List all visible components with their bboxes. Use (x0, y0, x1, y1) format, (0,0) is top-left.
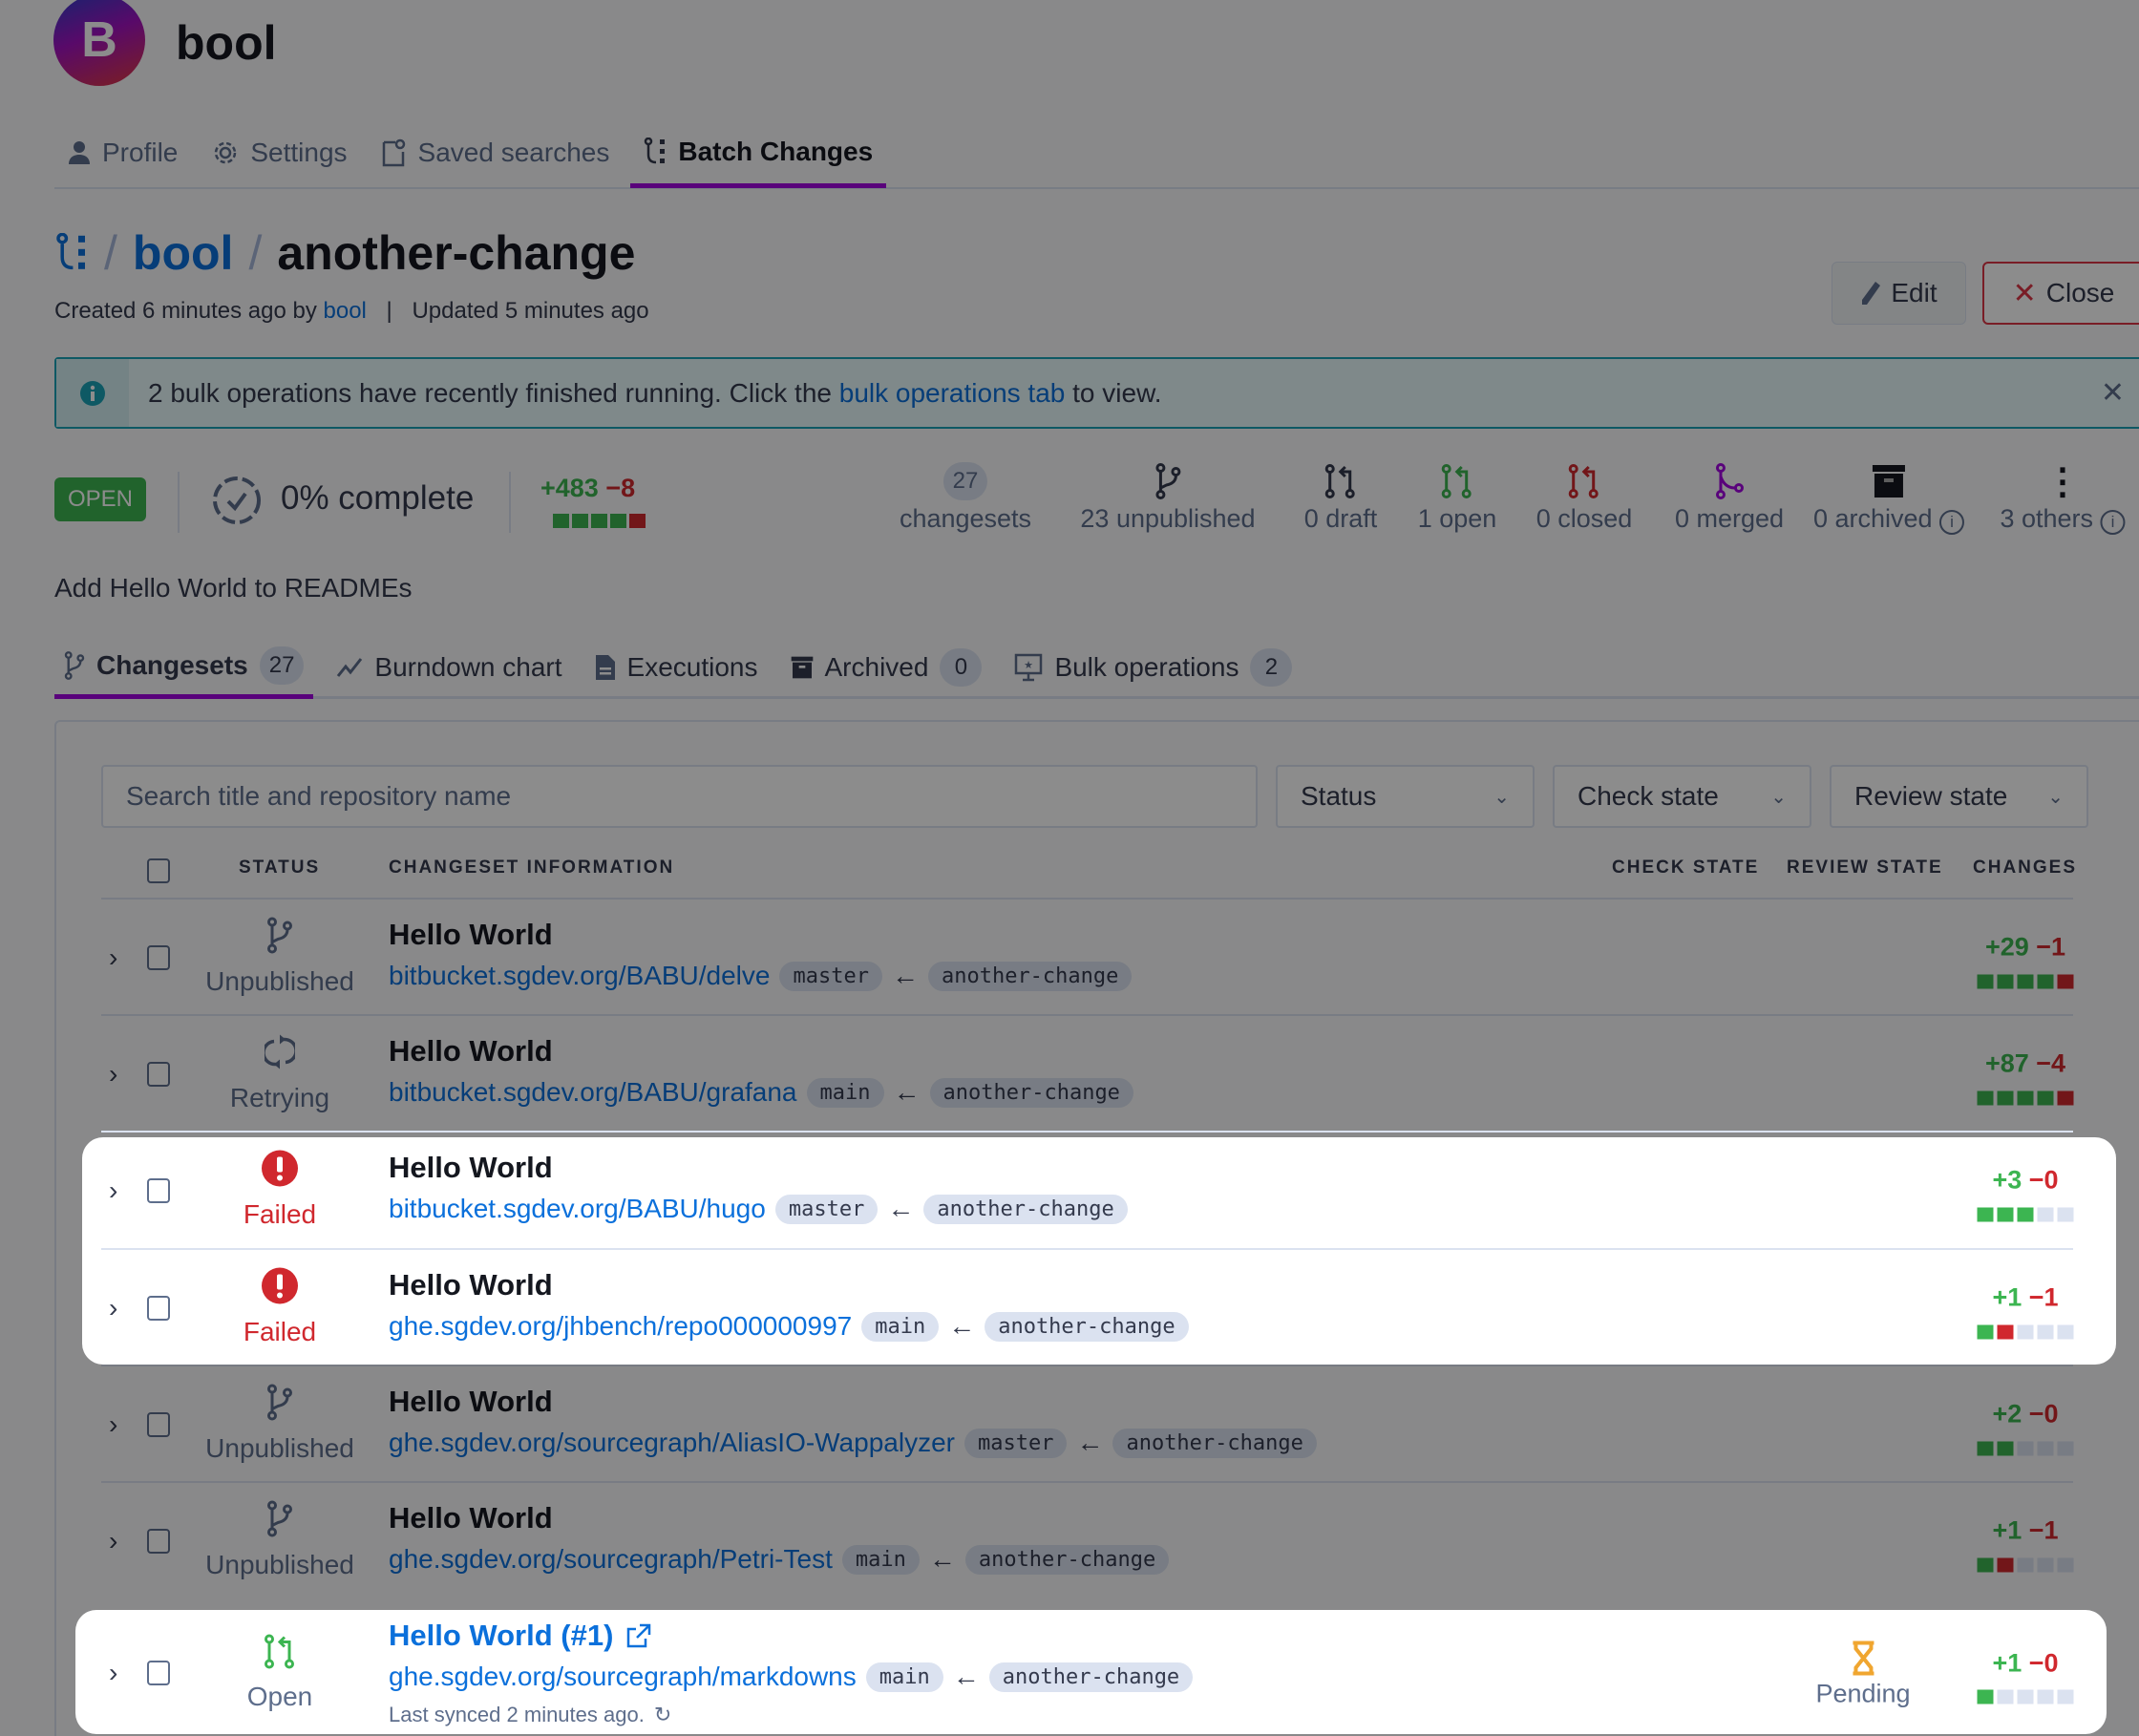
expand-chevron-icon[interactable]: › (109, 1175, 117, 1206)
pull-request-open-icon (265, 1634, 294, 1669)
lines-added: +3 (1992, 1165, 2023, 1195)
status-icon-wrap (261, 1150, 299, 1195)
diff-stat: +3 −0 (1992, 1166, 2058, 1196)
diff-added-block (1977, 1324, 1994, 1340)
repo-link[interactable]: ghe.sgdev.org/sourcegraph/markdowns (389, 1662, 857, 1692)
changeset-title: Hello World (389, 1268, 553, 1302)
check-state: Pending (1815, 1641, 1911, 1709)
changeset-row: › Open Hello World (#1) ghe.sgdev.org/sourc… (101, 1598, 2074, 1736)
status-label: Failed (243, 1199, 317, 1229)
changeset-row: › Failed Hello World ghe.sgdev.org/jhbench/… (101, 1248, 2074, 1365)
title-text: Hello World (389, 1151, 553, 1184)
error-icon (262, 1267, 298, 1304)
lines-added: +1 (1992, 1282, 2023, 1312)
diff-bar (1977, 1689, 2074, 1704)
title-text: Hello World (389, 1268, 553, 1302)
lines-deleted: −1 (2028, 1282, 2059, 1312)
diff-stat: +1 −1 (1992, 1283, 2058, 1313)
lines-added: +1 (1992, 1648, 2023, 1678)
expand-chevron-icon[interactable]: › (109, 1293, 117, 1323)
arrow-left-icon: ← (948, 1311, 976, 1341)
last-synced-text: Last synced 2 minutes ago. (389, 1703, 645, 1726)
diff-neutral-block (1997, 1689, 2014, 1704)
check-state-label: Pending (1815, 1679, 1911, 1708)
sync-icon[interactable]: ↻ (654, 1703, 671, 1727)
head-branch: another-change (923, 1194, 1128, 1224)
repo-line: ghe.sgdev.org/jhbench/repo000000997 main ←… (389, 1311, 1189, 1342)
diff-neutral-block (2057, 1324, 2074, 1340)
changeset-title[interactable]: Hello World (#1) (389, 1619, 651, 1653)
lines-deleted: −0 (2028, 1648, 2059, 1678)
repo-link[interactable]: bitbucket.sgdev.org/BABU/hugo (389, 1194, 766, 1224)
external-link-icon[interactable] (626, 1623, 651, 1648)
diff-stat: +1 −0 (1992, 1649, 2058, 1679)
status-label: Open (246, 1682, 313, 1711)
status-label: Failed (243, 1317, 317, 1346)
dim-overlay (0, 0, 2139, 1736)
diff-added-block (1977, 1689, 1994, 1704)
diff-neutral-block (2057, 1689, 2074, 1704)
status-icon-wrap (261, 1267, 299, 1312)
diff-bar (1977, 1207, 2074, 1222)
base-branch: master (774, 1194, 879, 1224)
diff-neutral-block (2037, 1207, 2054, 1222)
diff-neutral-block (2017, 1324, 2034, 1340)
diff-bar (1977, 1324, 2074, 1340)
head-branch: another-change (988, 1662, 1194, 1692)
changeset-title: Hello World (389, 1151, 553, 1185)
repo-line: bitbucket.sgdev.org/BABU/hugo master ← anot… (389, 1194, 1128, 1224)
row-checkbox[interactable] (147, 1661, 170, 1685)
diff-neutral-block (2057, 1207, 2074, 1222)
last-synced: Last synced 2 minutes ago. ↻ (389, 1703, 671, 1727)
lines-deleted: −0 (2028, 1165, 2059, 1195)
diff-neutral-block (2037, 1689, 2054, 1704)
status-icon-wrap (264, 1634, 296, 1677)
changeset-row: › Failed Hello World bitbucket.sgdev.org/BA… (101, 1131, 2074, 1247)
expand-chevron-icon[interactable]: › (109, 1658, 117, 1688)
hourglass-icon (1853, 1641, 1874, 1676)
diff-neutral-block (2017, 1689, 2034, 1704)
row-checkbox[interactable] (147, 1178, 170, 1203)
repo-line: ghe.sgdev.org/sourcegraph/markdowns main ←… (389, 1662, 1194, 1692)
head-branch: another-change (985, 1311, 1189, 1342)
row-checkbox[interactable] (147, 1296, 170, 1321)
title-text: Hello World (#1) (389, 1619, 614, 1652)
base-branch: main (861, 1311, 940, 1342)
diff-added-block (2017, 1207, 2034, 1222)
diff-added-block (1977, 1207, 1994, 1222)
diff-deleted-block (1997, 1324, 2014, 1340)
arrow-left-icon: ← (887, 1194, 915, 1223)
diff-added-block (1997, 1207, 2014, 1222)
arrow-left-icon: ← (952, 1662, 980, 1691)
base-branch: main (865, 1662, 943, 1692)
error-icon (262, 1150, 298, 1187)
repo-link[interactable]: ghe.sgdev.org/jhbench/repo000000997 (389, 1311, 852, 1342)
diff-neutral-block (2037, 1324, 2054, 1340)
